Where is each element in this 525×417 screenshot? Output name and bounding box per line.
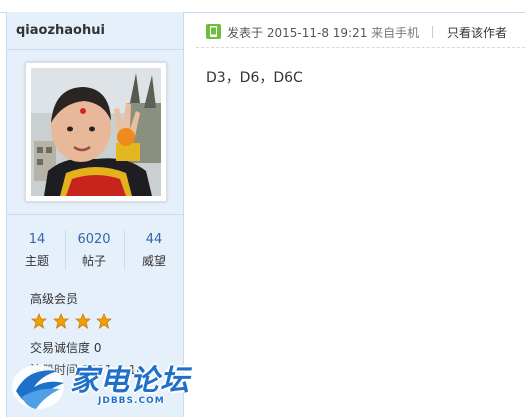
only-author-link[interactable]: 只看该作者 xyxy=(447,24,507,41)
mobile-phone-icon xyxy=(206,24,221,39)
trade-credit: 交易诚信度 0 xyxy=(30,341,102,355)
post-content: D3，D6，D6C xyxy=(206,70,303,86)
header-divider xyxy=(432,26,433,38)
star-icon xyxy=(96,313,113,329)
divider xyxy=(196,47,525,49)
brand-domain: JDBBS.COM xyxy=(98,396,165,406)
star-icon xyxy=(31,313,47,329)
divider xyxy=(6,49,184,50)
posted-prefix: 发表于 xyxy=(227,26,264,40)
member-rank[interactable]: 高级会员 xyxy=(30,290,78,307)
avatar[interactable] xyxy=(25,62,167,202)
stat-label: 威望 xyxy=(141,254,166,268)
star-icon xyxy=(52,313,69,329)
stat-label: 帖子 xyxy=(81,254,106,268)
username-link[interactable]: qiaozhaohui xyxy=(16,23,105,38)
stat-prestige[interactable]: 44 威望 xyxy=(132,232,176,269)
post-meta: 发表于 2015-11-8 19:21 来自手机 xyxy=(227,24,419,41)
stat-divider xyxy=(65,230,66,270)
post-datetime: 2015-11-8 19:21 xyxy=(266,26,368,40)
stat-value: 14 xyxy=(28,232,46,247)
post-source: 来自手机 xyxy=(371,26,420,40)
stat-label: 主题 xyxy=(24,254,49,268)
stat-posts[interactable]: 6020 帖子 xyxy=(72,232,116,269)
stat-divider xyxy=(124,230,125,270)
stat-value: 6020 xyxy=(77,232,111,247)
rank-stars xyxy=(31,313,114,331)
star-icon xyxy=(74,313,91,329)
brand-name: 家电论坛 xyxy=(70,363,191,397)
stat-value: 44 xyxy=(145,232,163,247)
divider xyxy=(6,214,184,215)
stat-threads[interactable]: 14 主题 xyxy=(15,232,59,269)
